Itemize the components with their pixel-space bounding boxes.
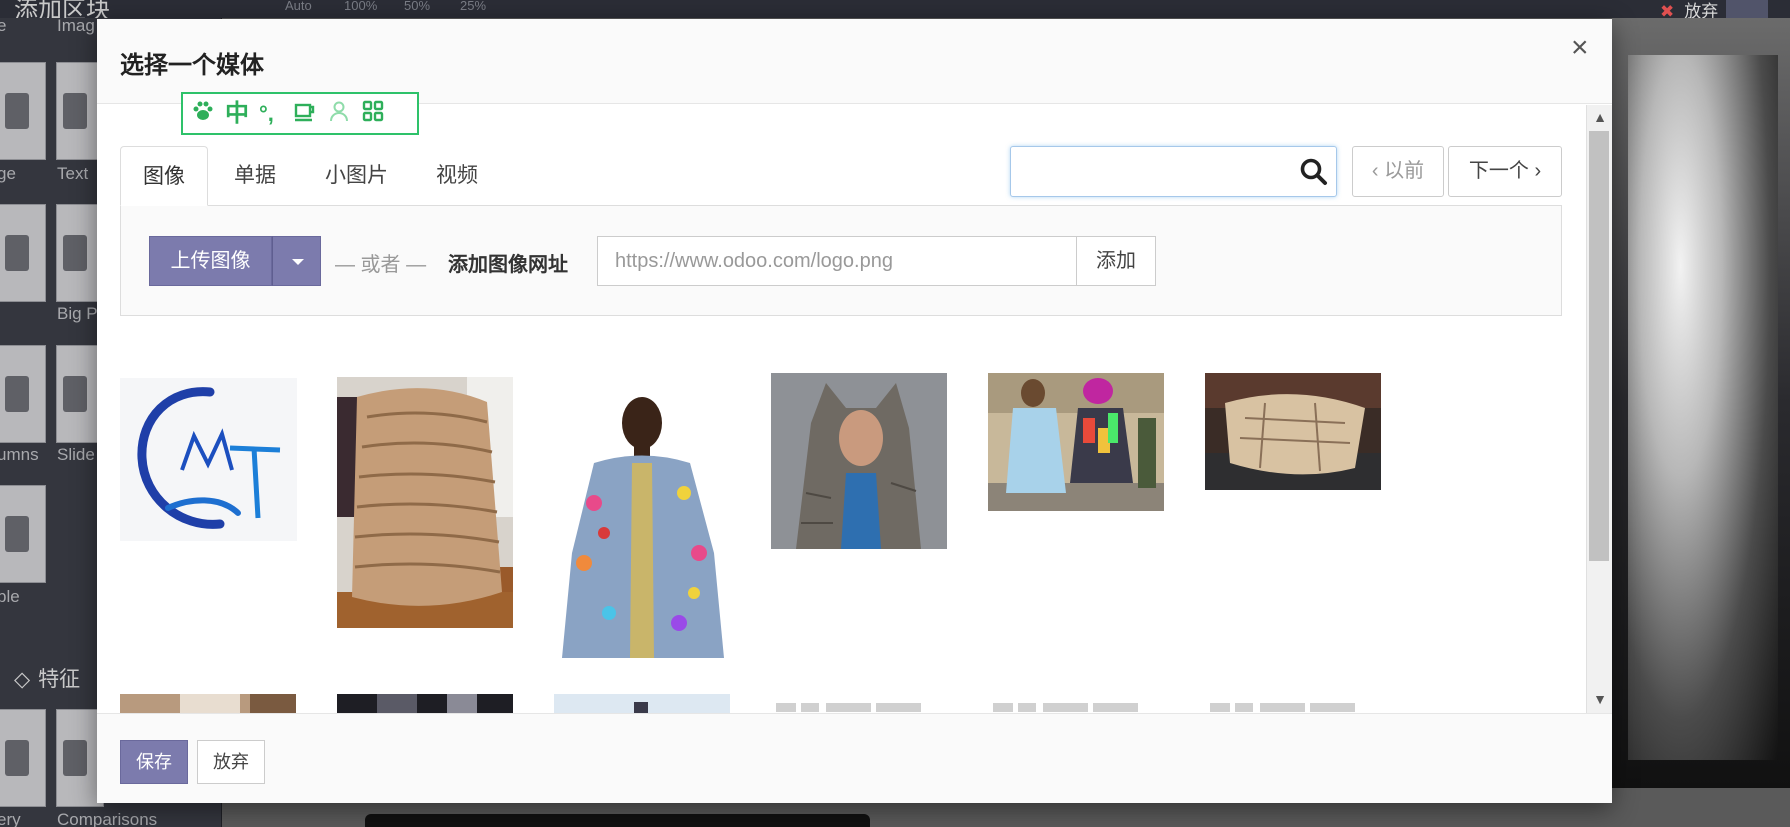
snippet-thumb xyxy=(5,376,29,412)
features-heading: ◇ 特征 xyxy=(14,663,80,693)
ime-toolbar: 中 °, xyxy=(181,92,419,135)
dialog-footer: 保存 放弃 xyxy=(97,713,1612,803)
model-sky-image[interactable] xyxy=(554,694,730,713)
tab-icons[interactable]: 小图片 xyxy=(325,146,388,206)
snippet-label: ble xyxy=(0,587,20,606)
snippet-label: Comparisons xyxy=(57,810,158,827)
diamond-icon: ◇ xyxy=(14,668,31,691)
tab-documents[interactable]: 单据 xyxy=(234,146,276,206)
upload-image-button[interactable]: 上传图像 xyxy=(149,236,272,286)
editor-save-button[interactable] xyxy=(1726,0,1768,18)
cmt-logo-image[interactable] xyxy=(120,378,297,541)
snippet-label: ery xyxy=(0,810,21,827)
snippet-thumb xyxy=(63,376,87,412)
discard-button[interactable]: 放弃 xyxy=(197,740,265,784)
save-button[interactable]: 保存 xyxy=(120,740,188,784)
fur-shop-image[interactable] xyxy=(120,694,296,713)
snippet-thumb xyxy=(5,93,29,129)
chevron-up-icon[interactable]: ▲ xyxy=(1592,109,1608,125)
snippet-columns[interactable] xyxy=(0,345,46,443)
ime-chinese-mode[interactable]: 中 xyxy=(225,99,249,129)
chevron-down-icon[interactable]: ▼ xyxy=(1592,691,1608,707)
snippet-thumb xyxy=(63,235,87,271)
snippet-thumb xyxy=(63,740,87,776)
dialog-body: 图像 单据 小图片 视频 ‹ 以前 下一个 › 上传图像 — 或者 — 添加图像… xyxy=(97,105,1612,713)
text-thumb-3[interactable] xyxy=(1205,695,1381,713)
snippet-label: ge xyxy=(0,164,16,183)
scrollbar-thumb[interactable] xyxy=(1589,131,1609,561)
snippet-table[interactable] xyxy=(0,485,46,583)
add-url-label: 添加图像网址 xyxy=(448,254,568,276)
snippet-label: Big P xyxy=(57,304,98,323)
search-input[interactable] xyxy=(1019,153,1289,190)
cup-icon[interactable] xyxy=(293,99,317,131)
ime-punctuation[interactable]: °, xyxy=(259,99,274,129)
tab-videos[interactable]: 视频 xyxy=(436,146,478,206)
tab-images[interactable]: 图像 xyxy=(120,146,208,206)
snippet-label: umns xyxy=(0,445,39,464)
close-icon[interactable]: × xyxy=(1571,33,1589,63)
next-page-button[interactable]: 下一个 › xyxy=(1448,146,1562,197)
page-canvas-image xyxy=(1628,55,1778,760)
snippet-label: Slide xyxy=(57,445,95,464)
upload-panel: 上传图像 — 或者 — 添加图像网址 添加 xyxy=(120,206,1562,316)
page-canvas-block xyxy=(365,814,870,827)
dialog-title: 选择一个媒体 xyxy=(120,52,264,79)
search-icon[interactable] xyxy=(1299,157,1329,187)
editor-topbar: 添加区块 Auto 100% 50% 25% ✖ 放弃 xyxy=(0,0,1790,24)
toolbar-25[interactable]: 25% xyxy=(460,0,486,13)
or-separator: — 或者 — xyxy=(335,254,427,276)
snippet-label: Text xyxy=(57,164,89,183)
snippet-label: Imag xyxy=(57,16,95,35)
upload-dropdown-toggle[interactable] xyxy=(272,236,321,286)
runway-image[interactable] xyxy=(337,694,513,713)
knit-fur-throw-image[interactable] xyxy=(337,377,513,628)
dialog-scrollbar[interactable]: ▲ ▼ xyxy=(1586,105,1612,713)
toolbar-50[interactable]: 50% xyxy=(404,0,430,13)
media-tabs: 图像 单据 小图片 视频 xyxy=(120,146,1562,206)
snippet-thumb xyxy=(5,235,29,271)
snippet-image[interactable] xyxy=(0,62,46,160)
snippet-text[interactable] xyxy=(0,204,46,302)
media-dialog: 选择一个媒体 × 中 °, 图像 单据 小图片 视频 ‹ 以前 下一个 › 上传… xyxy=(97,19,1612,803)
grid-icon[interactable] xyxy=(361,99,385,131)
snippet-label: e xyxy=(0,16,7,35)
text-thumb-1[interactable] xyxy=(771,695,947,713)
search-field xyxy=(1010,146,1337,197)
snippet-thumb xyxy=(5,740,29,776)
wolf-hood-coat-image[interactable] xyxy=(771,373,947,549)
features-heading-label: 特征 xyxy=(38,668,81,691)
prev-page-button[interactable]: ‹ 以前 xyxy=(1352,146,1444,197)
image-url-input[interactable] xyxy=(597,236,1077,286)
toolbar-auto[interactable]: Auto xyxy=(285,0,312,13)
text-thumb-2[interactable] xyxy=(988,695,1164,713)
user-icon[interactable] xyxy=(327,99,351,131)
toolbar-100[interactable]: 100% xyxy=(344,0,377,13)
feather-fur-coat-image[interactable] xyxy=(554,393,730,664)
street-style-furs-image[interactable] xyxy=(988,373,1164,511)
fox-fur-blanket-image[interactable] xyxy=(1205,373,1381,490)
paw-icon[interactable] xyxy=(191,99,215,131)
snippet-thumb xyxy=(5,516,29,552)
add-url-button[interactable]: 添加 xyxy=(1076,236,1156,286)
snippet-thumb xyxy=(63,93,87,129)
snippet-gallery[interactable] xyxy=(0,709,46,807)
